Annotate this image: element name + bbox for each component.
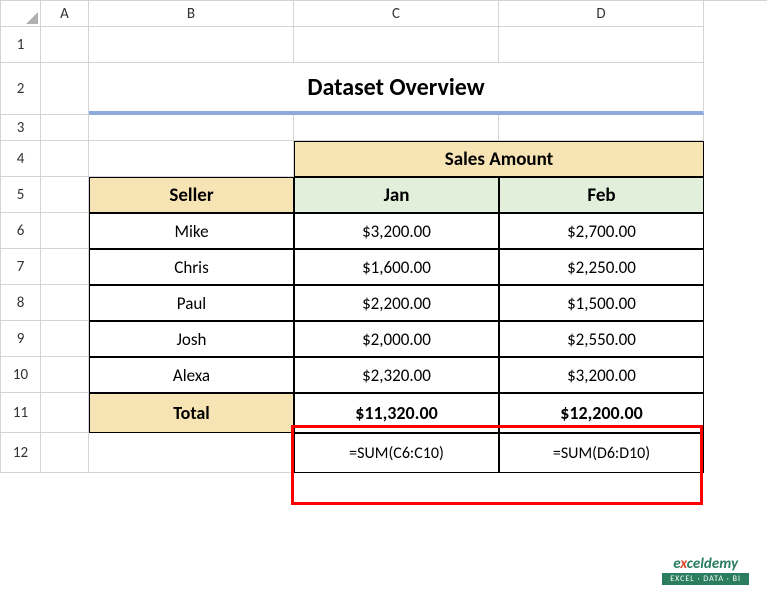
- feb-2[interactable]: $1,500.00: [499, 285, 704, 321]
- total-feb[interactable]: $12,200.00: [499, 393, 704, 433]
- cell-A2[interactable]: [41, 63, 89, 115]
- col-header-C[interactable]: C: [294, 1, 499, 27]
- watermark-slogan: EXCEL · DATA · BI: [662, 573, 749, 585]
- cell-C1[interactable]: [294, 27, 499, 63]
- cell-A3[interactable]: [41, 115, 89, 141]
- cell-A11[interactable]: [41, 393, 89, 433]
- seller-3[interactable]: Josh: [89, 321, 294, 357]
- cell-B12[interactable]: [89, 433, 294, 473]
- sales-amount-header[interactable]: Sales Amount: [294, 141, 704, 177]
- row-header-9[interactable]: 9: [1, 321, 41, 357]
- jan-1[interactable]: $1,600.00: [294, 249, 499, 285]
- row-header-1[interactable]: 1: [1, 27, 41, 63]
- cell-B3[interactable]: [89, 115, 294, 141]
- cell-A6[interactable]: [41, 213, 89, 249]
- seller-0[interactable]: Mike: [89, 213, 294, 249]
- cell-B1[interactable]: [89, 27, 294, 63]
- wm-rest: celdemy: [687, 555, 738, 573]
- cell-D3[interactable]: [499, 115, 704, 141]
- cell-A7[interactable]: [41, 249, 89, 285]
- cell-A10[interactable]: [41, 357, 89, 393]
- cell-A5[interactable]: [41, 177, 89, 213]
- row-header-2[interactable]: 2: [1, 63, 41, 115]
- row-header-3[interactable]: 3: [1, 115, 41, 141]
- cell-B4[interactable]: [89, 141, 294, 177]
- feb-4[interactable]: $3,200.00: [499, 357, 704, 393]
- cell-C3[interactable]: [294, 115, 499, 141]
- row-header-10[interactable]: 10: [1, 357, 41, 393]
- seller-2[interactable]: Paul: [89, 285, 294, 321]
- cell-A1[interactable]: [41, 27, 89, 63]
- row-header-12[interactable]: 12: [1, 433, 41, 473]
- watermark-brand: exceldemy: [662, 555, 749, 573]
- jan-2[interactable]: $2,200.00: [294, 285, 499, 321]
- col-header-A[interactable]: A: [41, 1, 89, 27]
- jan-4[interactable]: $2,320.00: [294, 357, 499, 393]
- row-header-7[interactable]: 7: [1, 249, 41, 285]
- row-header-4[interactable]: 4: [1, 141, 41, 177]
- jan-0[interactable]: $3,200.00: [294, 213, 499, 249]
- formula-feb[interactable]: =SUM(D6:D10): [499, 433, 704, 473]
- seller-header[interactable]: Seller: [89, 177, 294, 213]
- select-all-corner[interactable]: [1, 1, 41, 27]
- formula-jan[interactable]: =SUM(C6:C10): [294, 433, 499, 473]
- spreadsheet-grid: A B C D 1 2 Dataset Overview 3 4 Sales A…: [0, 0, 767, 473]
- title-cell[interactable]: Dataset Overview: [89, 63, 704, 115]
- cell-A9[interactable]: [41, 321, 89, 357]
- feb-header[interactable]: Feb: [499, 177, 704, 213]
- col-header-B[interactable]: B: [89, 1, 294, 27]
- col-header-D[interactable]: D: [499, 1, 704, 27]
- feb-1[interactable]: $2,250.00: [499, 249, 704, 285]
- row-header-6[interactable]: 6: [1, 213, 41, 249]
- total-label[interactable]: Total: [89, 393, 294, 433]
- seller-1[interactable]: Chris: [89, 249, 294, 285]
- row-header-8[interactable]: 8: [1, 285, 41, 321]
- cell-A4[interactable]: [41, 141, 89, 177]
- watermark: exceldemy EXCEL · DATA · BI: [662, 555, 749, 585]
- feb-0[interactable]: $2,700.00: [499, 213, 704, 249]
- total-jan[interactable]: $11,320.00: [294, 393, 499, 433]
- jan-3[interactable]: $2,000.00: [294, 321, 499, 357]
- row-header-11[interactable]: 11: [1, 393, 41, 433]
- cell-A12[interactable]: [41, 433, 89, 473]
- row-header-5[interactable]: 5: [1, 177, 41, 213]
- seller-4[interactable]: Alexa: [89, 357, 294, 393]
- jan-header[interactable]: Jan: [294, 177, 499, 213]
- feb-3[interactable]: $2,550.00: [499, 321, 704, 357]
- cell-D1[interactable]: [499, 27, 704, 63]
- cell-A8[interactable]: [41, 285, 89, 321]
